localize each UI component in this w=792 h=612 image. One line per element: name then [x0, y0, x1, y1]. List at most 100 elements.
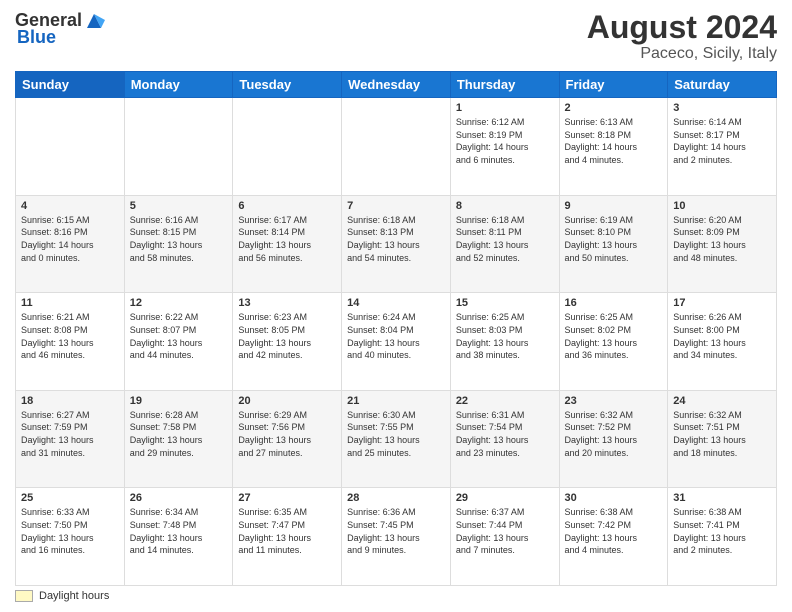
header-sunday: Sunday [16, 72, 125, 98]
table-row: 13Sunrise: 6:23 AMSunset: 8:05 PMDayligh… [233, 293, 342, 391]
day-info: Sunrise: 6:38 AMSunset: 7:42 PMDaylight:… [565, 506, 663, 556]
day-number: 16 [565, 297, 663, 309]
day-number: 23 [565, 395, 663, 407]
day-number: 27 [238, 492, 336, 504]
table-row [16, 98, 125, 196]
day-number: 21 [347, 395, 445, 407]
table-row: 20 Sunrise: 6:29 AMSunset: 7:56 PMDayligh… [233, 390, 342, 488]
day-number: 6 [238, 200, 336, 212]
day-number: 20 [238, 395, 336, 407]
day-info: Sunrise: 6:31 AMSunset: 7:54 PMDaylight:… [456, 409, 554, 459]
day-info: Sunrise: 6:33 AMSunset: 7:50 PMDaylight:… [21, 506, 119, 556]
calendar-week-2: 4 Sunrise: 6:15 AMSunset: 8:16 PMDaylight… [16, 195, 777, 293]
location-text: Paceco, Sicily, Italy [587, 45, 777, 63]
table-row: 18 Sunrise: 6:27 AMSunset: 7:59 PMDayligh… [16, 390, 125, 488]
calendar-table: Sunday Monday Tuesday Wednesday Thursday… [15, 71, 777, 586]
table-row: 15 Sunrise: 6:25 AMSunset: 8:03 PMDayligh… [450, 293, 559, 391]
day-number: 29 [456, 492, 554, 504]
table-row: 27 Sunrise: 6:35 AMSunset: 7:47 PMDayligh… [233, 488, 342, 586]
day-info: Sunrise: 6:32 AMSunset: 7:52 PMDaylight:… [565, 409, 663, 459]
day-info: Sunrise: 6:32 AMSunset: 7:51 PMDaylight:… [673, 409, 771, 459]
legend-label: Daylight hours [39, 590, 109, 602]
day-info: Sunrise: 6:16 AMSunset: 8:15 PMDaylight:… [130, 214, 228, 264]
day-info: Sunrise: 6:27 AMSunset: 7:59 PMDaylight:… [21, 409, 119, 459]
header-tuesday: Tuesday [233, 72, 342, 98]
day-info: Sunrise: 6:19 AMSunset: 8:10 PMDaylight:… [565, 214, 663, 264]
day-info: Sunrise: 6:30 AMSunset: 7:55 PMDaylight:… [347, 409, 445, 459]
logo: General Blue [15, 10, 105, 48]
table-row [342, 98, 451, 196]
day-info: Sunrise: 6:37 AMSunset: 7:44 PMDaylight:… [456, 506, 554, 556]
table-row: 14 Sunrise: 6:24 AMSunset: 8:04 PMDayligh… [342, 293, 451, 391]
day-info: Sunrise: 6:35 AMSunset: 7:47 PMDaylight:… [238, 506, 336, 556]
logo-blue-text: Blue [17, 28, 56, 48]
title-section: August 2024 Paceco, Sicily, Italy [587, 10, 777, 63]
table-row: 9 Sunrise: 6:19 AMSunset: 8:10 PMDaylight… [559, 195, 668, 293]
day-info: Sunrise: 6:24 AMSunset: 8:04 PMDaylight:… [347, 311, 445, 361]
header: General Blue August 2024 Paceco, Sicily,… [15, 10, 777, 63]
page: General Blue August 2024 Paceco, Sicily,… [0, 0, 792, 612]
logo-icon [83, 10, 105, 32]
calendar-week-3: 11Sunrise: 6:21 AMSunset: 8:08 PMDayligh… [16, 293, 777, 391]
day-number: 15 [456, 297, 554, 309]
table-row: 29 Sunrise: 6:37 AMSunset: 7:44 PMDayligh… [450, 488, 559, 586]
calendar-week-1: 1 Sunrise: 6:12 AMSunset: 8:19 PMDaylight… [16, 98, 777, 196]
header-saturday: Saturday [668, 72, 777, 98]
header-thursday: Thursday [450, 72, 559, 98]
day-info: Sunrise: 6:17 AMSunset: 8:14 PMDaylight:… [238, 214, 336, 264]
day-number: 14 [347, 297, 445, 309]
day-info: Sunrise: 6:38 AMSunset: 7:41 PMDaylight:… [673, 506, 771, 556]
day-number: 31 [673, 492, 771, 504]
day-info: Sunrise: 6:29 AMSunset: 7:56 PMDaylight:… [238, 409, 336, 459]
table-row: 22Sunrise: 6:31 AMSunset: 7:54 PMDayligh… [450, 390, 559, 488]
day-number: 11 [21, 297, 119, 309]
day-number: 24 [673, 395, 771, 407]
day-info: Sunrise: 6:22 AMSunset: 8:07 PMDaylight:… [130, 311, 228, 361]
table-row: 8 Sunrise: 6:18 AMSunset: 8:11 PMDaylight… [450, 195, 559, 293]
day-info: Sunrise: 6:15 AMSunset: 8:16 PMDaylight:… [21, 214, 119, 264]
table-row: 21 Sunrise: 6:30 AMSunset: 7:55 PMDayligh… [342, 390, 451, 488]
day-number: 18 [21, 395, 119, 407]
day-number: 9 [565, 200, 663, 212]
day-number: 26 [130, 492, 228, 504]
day-number: 10 [673, 200, 771, 212]
day-info: Sunrise: 6:14 AMSunset: 8:17 PMDaylight:… [673, 116, 771, 166]
table-row: 30 Sunrise: 6:38 AMSunset: 7:42 PMDayligh… [559, 488, 668, 586]
page-title: August 2024 [587, 10, 777, 45]
table-row: 23 Sunrise: 6:32 AMSunset: 7:52 PMDayligh… [559, 390, 668, 488]
day-info: Sunrise: 6:12 AMSunset: 8:19 PMDaylight:… [456, 116, 554, 166]
table-row: 3Sunrise: 6:14 AMSunset: 8:17 PMDaylight… [668, 98, 777, 196]
table-row: 7Sunrise: 6:18 AMSunset: 8:13 PMDaylight… [342, 195, 451, 293]
table-row: 19Sunrise: 6:28 AMSunset: 7:58 PMDayligh… [124, 390, 233, 488]
table-row [124, 98, 233, 196]
table-row: 11Sunrise: 6:21 AMSunset: 8:08 PMDayligh… [16, 293, 125, 391]
day-number: 30 [565, 492, 663, 504]
table-row [233, 98, 342, 196]
day-number: 8 [456, 200, 554, 212]
header-friday: Friday [559, 72, 668, 98]
day-info: Sunrise: 6:18 AMSunset: 8:11 PMDaylight:… [456, 214, 554, 264]
calendar-week-5: 25Sunrise: 6:33 AMSunset: 7:50 PMDayligh… [16, 488, 777, 586]
table-row: 24 Sunrise: 6:32 AMSunset: 7:51 PMDayligh… [668, 390, 777, 488]
table-row: 16 Sunrise: 6:25 AMSunset: 8:02 PMDayligh… [559, 293, 668, 391]
day-info: Sunrise: 6:26 AMSunset: 8:00 PMDaylight:… [673, 311, 771, 361]
day-number: 4 [21, 200, 119, 212]
table-row: 28Sunrise: 6:36 AMSunset: 7:45 PMDayligh… [342, 488, 451, 586]
day-info: Sunrise: 6:25 AMSunset: 8:02 PMDaylight:… [565, 311, 663, 361]
calendar-week-4: 18 Sunrise: 6:27 AMSunset: 7:59 PMDayligh… [16, 390, 777, 488]
day-info: Sunrise: 6:28 AMSunset: 7:58 PMDaylight:… [130, 409, 228, 459]
day-number: 1 [456, 102, 554, 114]
day-number: 13 [238, 297, 336, 309]
table-row: 5Sunrise: 6:16 AMSunset: 8:15 PMDaylight… [124, 195, 233, 293]
day-info: Sunrise: 6:34 AMSunset: 7:48 PMDaylight:… [130, 506, 228, 556]
footer: Daylight hours [15, 590, 777, 602]
day-number: 12 [130, 297, 228, 309]
day-info: Sunrise: 6:25 AMSunset: 8:03 PMDaylight:… [456, 311, 554, 361]
day-info: Sunrise: 6:20 AMSunset: 8:09 PMDaylight:… [673, 214, 771, 264]
header-wednesday: Wednesday [342, 72, 451, 98]
table-row: 26 Sunrise: 6:34 AMSunset: 7:48 PMDayligh… [124, 488, 233, 586]
header-monday: Monday [124, 72, 233, 98]
table-row: 4 Sunrise: 6:15 AMSunset: 8:16 PMDaylight… [16, 195, 125, 293]
legend-box [15, 590, 33, 602]
table-row: 1 Sunrise: 6:12 AMSunset: 8:19 PMDaylight… [450, 98, 559, 196]
